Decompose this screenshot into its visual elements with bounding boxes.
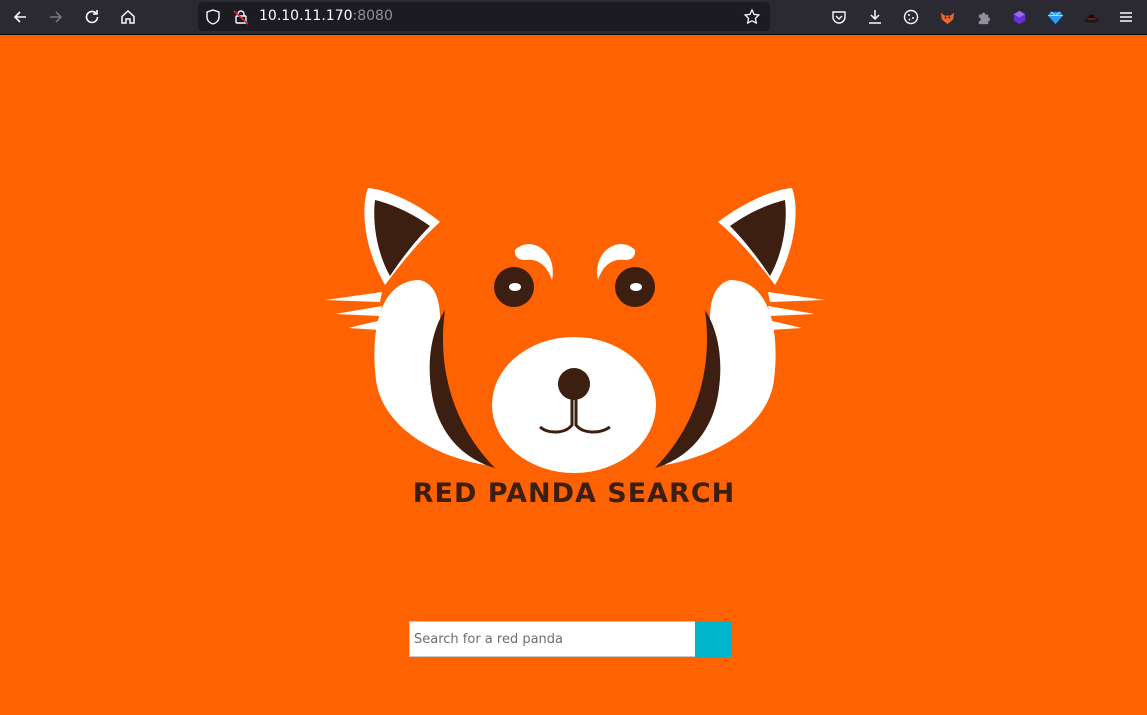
hamburger-menu-icon[interactable] [1111,3,1141,31]
cube-extension-icon[interactable] [1008,6,1030,28]
left-cheek [374,280,495,468]
left-whiskers [325,292,382,330]
right-cheek [655,280,776,468]
browser-toolbar: 10.10.11.170:8080 [0,0,1147,35]
url-bar[interactable]: 10.10.11.170:8080 [198,2,770,31]
forward-arrow-icon[interactable] [41,3,71,31]
hat-extension-icon[interactable] [1080,6,1102,28]
cookie-icon[interactable] [896,3,926,31]
url-text[interactable]: 10.10.11.170:8080 [259,8,393,24]
left-ear [364,188,440,285]
right-whiskers [768,292,825,330]
muzzle [492,337,656,473]
page-body: RED PANDA SEARCH [0,35,1147,715]
eyes [494,267,655,307]
red-panda-logo: RED PANDA SEARCH [325,188,825,509]
search-button[interactable] [695,621,732,657]
insecure-lock-icon[interactable] [227,3,255,30]
search-form [409,621,732,657]
star-icon[interactable] [738,3,766,30]
home-icon[interactable] [113,3,143,31]
download-icon[interactable] [860,3,890,31]
back-arrow-icon[interactable] [5,3,35,31]
gem-extension-icon[interactable] [1044,6,1066,28]
reload-icon[interactable] [77,3,107,31]
right-ear [718,188,796,285]
shield-icon[interactable] [199,3,227,30]
url-host: 10.10.11.170 [259,8,353,24]
logo-title: RED PANDA SEARCH [413,478,736,509]
search-input[interactable] [409,621,696,657]
extension-puzzle-icon[interactable] [972,6,994,28]
eyebrows [514,244,636,280]
foxyproxy-icon[interactable] [936,6,958,28]
url-port: :8080 [352,8,393,24]
pocket-icon[interactable] [824,3,854,31]
